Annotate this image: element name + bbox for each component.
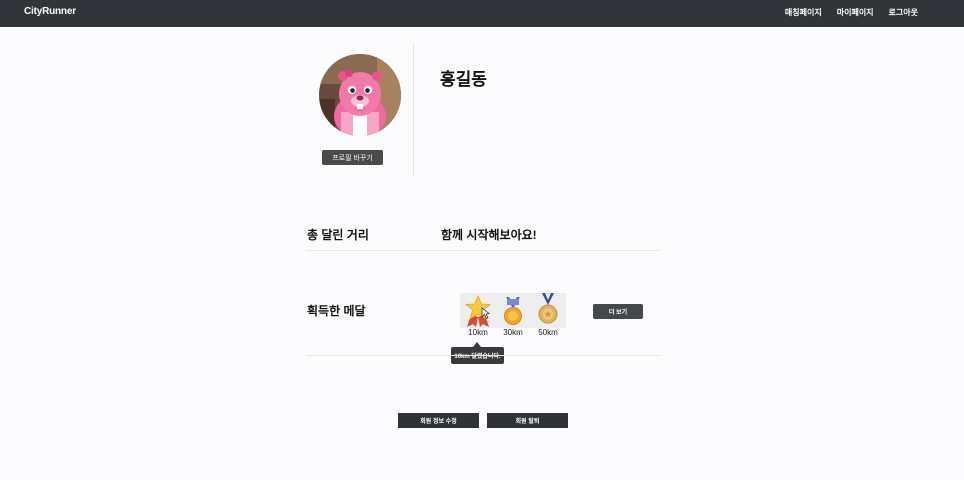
divider-distance xyxy=(306,250,660,251)
nav-links: 매칭페이지 마이페이지 로그아웃 xyxy=(785,7,918,18)
distance-value: 함께 시작해보아요! xyxy=(441,228,537,242)
star-medal-icon xyxy=(464,295,492,327)
avatar-image xyxy=(319,54,401,136)
more-medals-button[interactable]: 더 보기 xyxy=(593,304,643,319)
medal-10km[interactable] xyxy=(463,293,493,328)
navbar: CityRunner 매칭페이지 마이페이지 로그아웃 xyxy=(0,0,964,27)
medal-label-30km: 30km xyxy=(503,328,523,337)
withdraw-button[interactable]: 회원 탈퇴 xyxy=(487,413,568,428)
vertical-divider xyxy=(413,44,414,176)
ribbon-medal-icon xyxy=(538,293,558,324)
nav-link-matching[interactable]: 매칭페이지 xyxy=(785,7,822,18)
medal-list xyxy=(460,293,566,328)
medal-icon xyxy=(504,297,522,325)
medal-label-50km: 50km xyxy=(538,328,558,337)
distance-label: 총 달린 거리 xyxy=(307,228,369,242)
medals-label: 획득한 메달 xyxy=(307,304,366,318)
nav-link-mypage[interactable]: 마이페이지 xyxy=(837,7,874,18)
edit-profile-button[interactable]: 회원 정보 수정 xyxy=(398,413,479,428)
divider-medals xyxy=(306,355,660,356)
avatar xyxy=(319,54,401,136)
profile-section: 프로필 바꾸기 홍길동 xyxy=(306,44,660,176)
medal-30km[interactable] xyxy=(498,293,528,328)
brand-logo[interactable]: CityRunner xyxy=(24,6,76,17)
medal-50km[interactable] xyxy=(533,293,563,328)
nav-link-logout[interactable]: 로그아웃 xyxy=(889,7,918,18)
medal-label-10km: 10km xyxy=(468,328,488,337)
user-name: 홍길동 xyxy=(440,70,487,89)
change-profile-button[interactable]: 프로필 바꾸기 xyxy=(322,150,383,165)
